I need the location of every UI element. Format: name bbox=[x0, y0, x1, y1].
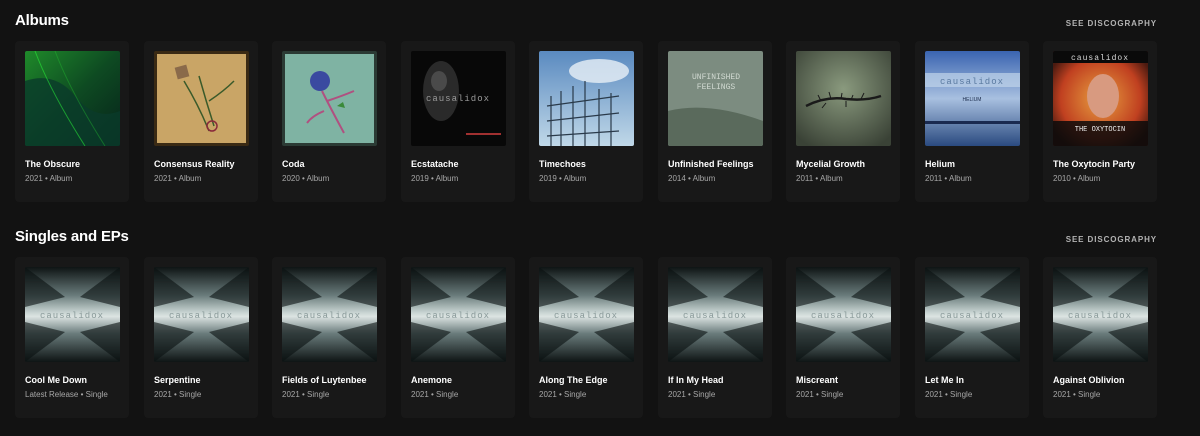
card-title[interactable]: Fields of Luytenbee bbox=[282, 375, 386, 385]
card-title[interactable]: Helium bbox=[925, 159, 1029, 169]
album-card-timechoes[interactable]: Timechoes 2019 • Album bbox=[529, 41, 643, 202]
card-subtitle: 2021 • Single bbox=[282, 390, 330, 399]
single-card-anemone[interactable]: causalidox Anemone 2021 • Single bbox=[401, 257, 515, 418]
card-subtitle: 2011 • Album bbox=[796, 174, 843, 183]
card-title[interactable]: Let Me In bbox=[925, 375, 1029, 385]
single-card-miscreant[interactable]: causalidox Miscreant 2021 • Single bbox=[786, 257, 900, 418]
singles-heading[interactable]: Singles and EPs bbox=[15, 228, 129, 245]
svg-text:causalidox: causalidox bbox=[940, 311, 1004, 321]
svg-text:causalidox: causalidox bbox=[1068, 311, 1132, 321]
album-card-helium[interactable]: causalidox HELIUM Helium 2011 • Album bbox=[915, 41, 1029, 202]
album-cover bbox=[154, 51, 249, 146]
svg-text:causalidox: causalidox bbox=[940, 77, 1004, 87]
card-subtitle: 2019 • Album bbox=[539, 174, 587, 183]
card-title[interactable]: Against Oblivion bbox=[1053, 375, 1157, 385]
album-card-the-oxytocin-party[interactable]: causalidox THE OXYTOCIN The Oxytocin Par… bbox=[1043, 41, 1157, 202]
svg-text:causalidox: causalidox bbox=[554, 311, 618, 321]
single-cover: causalidox bbox=[25, 267, 120, 362]
single-cover: causalidox bbox=[282, 267, 377, 362]
card-title[interactable]: Mycelial Growth bbox=[796, 159, 900, 169]
card-title[interactable]: Timechoes bbox=[539, 159, 643, 169]
card-subtitle: 2021 • Single bbox=[154, 390, 202, 399]
album-cover: UNFINISHED FEELINGS bbox=[668, 51, 763, 146]
album-card-ecstatache[interactable]: causalidox Ecstatache 2019 • Album bbox=[401, 41, 515, 202]
svg-text:FEELINGS: FEELINGS bbox=[697, 83, 736, 92]
card-subtitle: 2014 • Album bbox=[668, 174, 716, 183]
card-title[interactable]: Unfinished Feelings bbox=[668, 159, 772, 169]
album-cover bbox=[796, 51, 891, 146]
single-card-fields-of-luytenbee[interactable]: causalidox Fields of Luytenbee 2021 • Sin… bbox=[272, 257, 386, 418]
card-subtitle: 2021 • Album bbox=[25, 174, 73, 183]
album-cover bbox=[25, 51, 120, 146]
single-card-if-in-my-head[interactable]: causalidox If In My Head 2021 • Single bbox=[658, 257, 772, 418]
card-subtitle: 2011 • Album bbox=[925, 174, 972, 183]
svg-text:causalidox: causalidox bbox=[169, 311, 233, 321]
card-title[interactable]: Cool Me Down bbox=[25, 375, 129, 385]
single-cover: causalidox bbox=[154, 267, 249, 362]
album-cover: causalidox HELIUM bbox=[925, 51, 1020, 146]
card-subtitle: 2021 • Single bbox=[539, 390, 587, 399]
svg-text:HELIUM: HELIUM bbox=[963, 97, 982, 103]
svg-text:causalidox: causalidox bbox=[426, 94, 490, 104]
album-cover: causalidox bbox=[411, 51, 506, 146]
svg-text:causalidox: causalidox bbox=[683, 311, 747, 321]
card-subtitle: 2020 • Album bbox=[282, 174, 330, 183]
album-cover bbox=[282, 51, 377, 146]
single-card-along-the-edge[interactable]: causalidox Along The Edge 2021 • Single bbox=[529, 257, 643, 418]
card-subtitle: 2021 • Single bbox=[411, 390, 459, 399]
card-subtitle: Latest Release • Single bbox=[25, 390, 108, 399]
single-cover: causalidox bbox=[1053, 267, 1148, 362]
albums-heading[interactable]: Albums bbox=[15, 12, 69, 29]
album-cover: causalidox THE OXYTOCIN bbox=[1053, 51, 1148, 146]
card-title[interactable]: Along The Edge bbox=[539, 375, 643, 385]
single-cover: causalidox bbox=[796, 267, 891, 362]
card-subtitle: 2019 • Album bbox=[411, 174, 459, 183]
single-card-cool-me-down[interactable]: causalidox Cool Me Down Latest Release • … bbox=[15, 257, 129, 418]
card-subtitle: 2010 • Album bbox=[1053, 174, 1101, 183]
single-card-serpentine[interactable]: causalidox Serpentine 2021 • Single bbox=[144, 257, 258, 418]
svg-text:causalidox: causalidox bbox=[40, 311, 104, 321]
single-cover: causalidox bbox=[539, 267, 634, 362]
card-title[interactable]: The Oxytocin Party bbox=[1053, 159, 1157, 169]
single-card-let-me-in[interactable]: causalidox Let Me In 2021 • Single bbox=[915, 257, 1029, 418]
svg-text:UNFINISHED: UNFINISHED bbox=[692, 73, 740, 82]
card-title[interactable]: The Obscure bbox=[25, 159, 129, 169]
album-card-unfinished-feelings[interactable]: UNFINISHED FEELINGS Unfinished Feelings … bbox=[658, 41, 772, 202]
single-cover: causalidox bbox=[668, 267, 763, 362]
album-card-coda[interactable]: Coda 2020 • Album bbox=[272, 41, 386, 202]
card-title[interactable]: Miscreant bbox=[796, 375, 900, 385]
album-card-mycelial-growth[interactable]: Mycelial Growth 2011 • Album bbox=[786, 41, 900, 202]
card-title[interactable]: Serpentine bbox=[154, 375, 258, 385]
card-subtitle: 2021 • Single bbox=[925, 390, 973, 399]
album-card-consensus-reality[interactable]: Consensus Reality 2021 • Album bbox=[144, 41, 258, 202]
single-cover: causalidox bbox=[411, 267, 506, 362]
card-subtitle: 2021 • Single bbox=[796, 390, 844, 399]
card-subtitle: 2021 • Single bbox=[1053, 390, 1101, 399]
album-card-the-obscure[interactable]: The Obscure 2021 • Album bbox=[15, 41, 129, 202]
singles-see-discography-link[interactable]: SEE DISCOGRAPHY bbox=[1066, 235, 1157, 244]
svg-text:causalidox: causalidox bbox=[297, 311, 361, 321]
album-cover bbox=[539, 51, 634, 146]
single-card-against-oblivion[interactable]: causalidox Against Oblivion 2021 • Single bbox=[1043, 257, 1157, 418]
card-title[interactable]: If In My Head bbox=[668, 375, 772, 385]
svg-text:THE OXYTOCIN: THE OXYTOCIN bbox=[1075, 126, 1125, 134]
card-subtitle: 2021 • Album bbox=[154, 174, 202, 183]
svg-text:causalidox: causalidox bbox=[811, 311, 875, 321]
card-subtitle: 2021 • Single bbox=[668, 390, 716, 399]
card-title[interactable]: Coda bbox=[282, 159, 386, 169]
svg-text:causalidox: causalidox bbox=[426, 311, 490, 321]
single-cover: causalidox bbox=[925, 267, 1020, 362]
card-title[interactable]: Consensus Reality bbox=[154, 159, 258, 169]
svg-text:causalidox: causalidox bbox=[1071, 54, 1129, 63]
card-title[interactable]: Ecstatache bbox=[411, 159, 515, 169]
albums-see-discography-link[interactable]: SEE DISCOGRAPHY bbox=[1066, 19, 1157, 28]
card-title[interactable]: Anemone bbox=[411, 375, 515, 385]
